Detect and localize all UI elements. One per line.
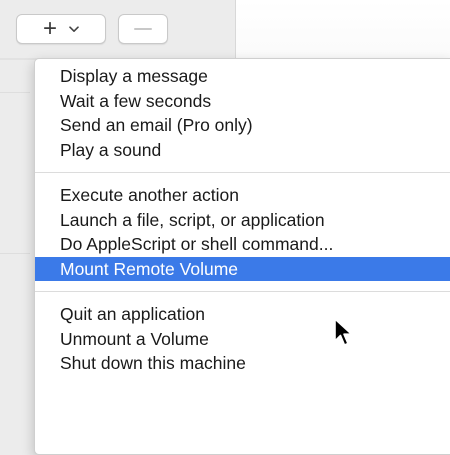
mouse-cursor-icon: [334, 318, 353, 346]
add-action-button[interactable]: +: [16, 14, 106, 44]
add-action-menu: Display a message Wait a few seconds Sen…: [34, 58, 450, 455]
menu-item-wait-seconds[interactable]: Wait a few seconds: [35, 89, 450, 114]
plus-icon: +: [42, 15, 57, 42]
menu-separator: [35, 291, 450, 292]
menu-item-launch-file[interactable]: Launch a file, script, or application: [35, 208, 450, 233]
list-row-divider: [0, 92, 30, 93]
menu-item-send-email[interactable]: Send an email (Pro only): [35, 113, 450, 138]
minus-icon: [134, 28, 152, 30]
menu-item-shut-down[interactable]: Shut down this machine: [35, 351, 450, 376]
menu-item-applescript-shell[interactable]: Do AppleScript or shell command...: [35, 232, 450, 257]
menu-item-unmount-volume[interactable]: Unmount a Volume: [35, 327, 450, 352]
list-row-divider: [0, 253, 30, 254]
menu-item-execute-action[interactable]: Execute another action: [35, 183, 450, 208]
menu-item-play-sound[interactable]: Play a sound: [35, 138, 450, 163]
menu-item-display-message[interactable]: Display a message: [35, 64, 450, 89]
window-right-pane: [236, 0, 450, 60]
menu-item-quit-application[interactable]: Quit an application: [35, 302, 450, 327]
menu-separator: [35, 172, 450, 173]
chevron-down-icon: [69, 25, 79, 32]
menu-item-mount-remote-volume[interactable]: Mount Remote Volume: [35, 256, 450, 281]
remove-action-button[interactable]: [118, 14, 168, 44]
